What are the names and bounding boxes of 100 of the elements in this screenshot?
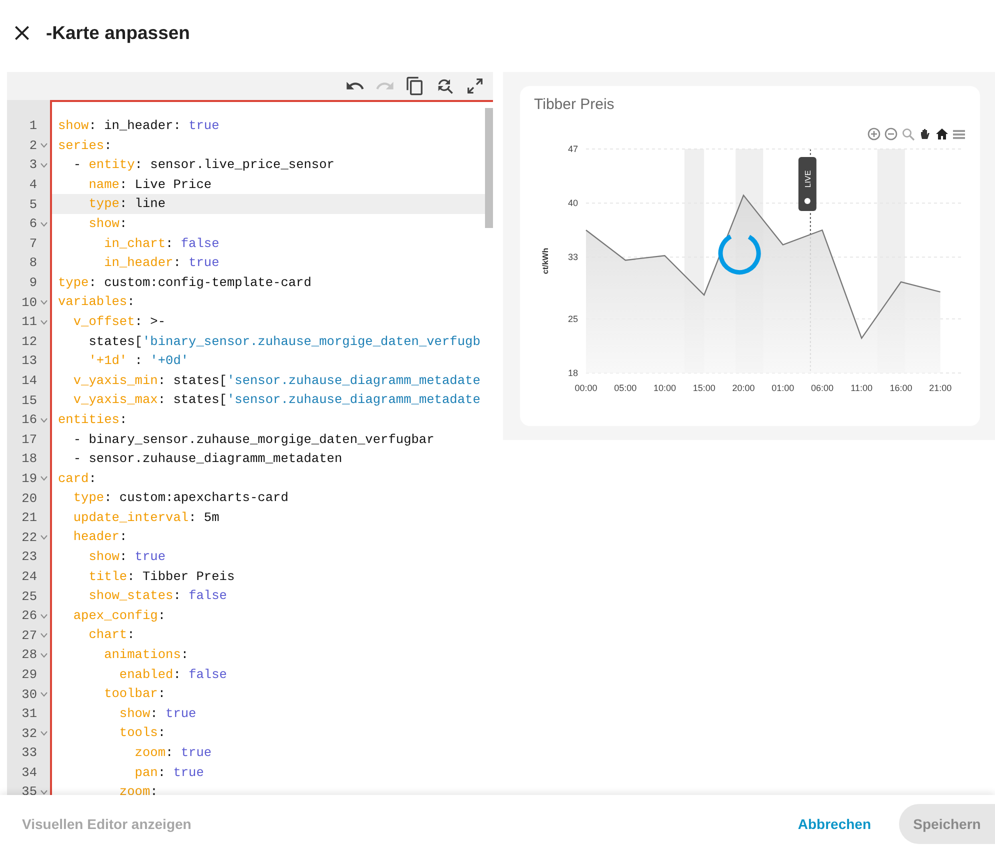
y-tick-label: 25	[568, 314, 578, 324]
fold-chevron-icon[interactable]	[40, 298, 48, 306]
line-number: 27	[20, 628, 37, 643]
hand-icon[interactable]	[918, 127, 932, 141]
card-title: Tibber Preis	[534, 96, 616, 113]
fold-chevron-icon[interactable]	[40, 318, 48, 326]
code-editor[interactable]	[50, 100, 493, 795]
code-line: animations:	[103, 646, 190, 664]
x-tick-label: 00:00	[574, 383, 598, 393]
fold-chevron-icon[interactable]	[40, 729, 48, 738]
line-number: 32	[20, 726, 37, 741]
home-icon[interactable]	[935, 127, 949, 141]
fold-chevron-icon[interactable]	[40, 220, 48, 228]
line-number: 26	[20, 608, 37, 624]
line-number: 4	[28, 177, 37, 192]
x-tick-label: 15:00	[692, 383, 716, 393]
x-tick-label: 21:00	[929, 383, 952, 393]
x-tick-label: 05:00	[614, 383, 637, 393]
code-line: series:	[57, 136, 113, 155]
code-line: entities:	[57, 410, 128, 429]
code-line: show: in_header: true	[57, 117, 220, 135]
zoom-out-icon[interactable]	[884, 127, 898, 141]
fold-chevron-icon[interactable]	[40, 533, 48, 542]
line-number: 10	[20, 294, 37, 310]
line-number: 33	[20, 745, 37, 760]
x-tick-label: 20:00	[732, 383, 755, 393]
code-line: type: custom:apexcharts-card	[72, 489, 290, 508]
code-line: header:	[72, 528, 128, 546]
code-line: - sensor.zuhause_diagramm_metadaten	[72, 450, 344, 468]
code-line: show:	[88, 214, 128, 233]
dialog-title: -Karte anpassen	[46, 22, 190, 44]
y-tick-label: 18	[568, 368, 578, 378]
line-number: 1	[28, 118, 37, 134]
code-line: in_header: true	[103, 254, 220, 272]
code-line: show: true	[118, 704, 198, 723]
line-number: 3	[28, 157, 37, 172]
scrollbar-thumb[interactable]	[485, 108, 493, 228]
code-line: name: Live Price	[88, 176, 213, 194]
line-number: 21	[20, 510, 37, 526]
line-number: 28	[20, 647, 37, 662]
code-line: enabled: false	[118, 666, 228, 684]
y-tick-label: 33	[568, 252, 578, 262]
annotation: LIVE	[803, 170, 812, 188]
fold-chevron-icon[interactable]	[40, 141, 48, 150]
line-number: 7	[28, 236, 37, 251]
line-number: 19	[20, 470, 37, 486]
code-line: - binary_sensor.zuhause_morgige_daten_verfugbar	[72, 430, 436, 448]
fold-chevron-icon[interactable]	[40, 788, 48, 795]
line-number: 14	[20, 373, 37, 388]
code-line: - entity: sensor.live_price_sensor	[72, 156, 336, 174]
line-number: 5	[28, 196, 37, 212]
line-number: 23	[20, 549, 37, 564]
line-number: 11	[20, 314, 37, 330]
code-line: '+1d' : '+0d'	[88, 352, 190, 370]
code-line: tools:	[118, 724, 167, 742]
line-number: 6	[28, 216, 37, 232]
line-number: 30	[20, 686, 37, 702]
code-line: type: custom:config-template-card	[57, 274, 312, 292]
line-number: 29	[20, 666, 37, 682]
fold-chevron-icon[interactable]	[40, 474, 48, 482]
code-line: variables:	[57, 293, 136, 312]
y-axis-label: ct/kWh	[541, 248, 550, 274]
code-line: apex_config:	[72, 606, 167, 625]
line-number: 15	[20, 392, 37, 408]
line-number: 13	[20, 353, 37, 368]
x-tick-label: 16:00	[890, 383, 912, 393]
code-line: pan: true	[134, 764, 205, 782]
line-number: 24	[20, 568, 37, 584]
x-tick-label: 11:00	[850, 383, 873, 393]
fold-chevron-icon[interactable]	[40, 690, 48, 698]
line-number: 31	[20, 706, 37, 722]
line-number: 22	[20, 530, 37, 545]
line-number: 9	[28, 275, 37, 290]
code-line: chart:	[88, 626, 136, 644]
code-line: update_interval: 5m	[72, 508, 220, 527]
code-line: in_chart: false	[103, 234, 220, 253]
code-line: title: Tibber Preis	[88, 568, 236, 586]
x-tick-label: 01:00	[772, 383, 794, 393]
annotation-badge: LIVE	[798, 157, 816, 211]
code-line: v_yaxis_max: states['sensor.zuhause_diagramm_metadate	[72, 391, 482, 410]
line-number: 2	[28, 138, 37, 153]
cancel-button[interactable]: Abbrechen	[798, 808, 871, 840]
fold-chevron-icon[interactable]	[40, 160, 48, 169]
line-number: 34	[20, 764, 37, 780]
line-number: 17	[20, 432, 37, 447]
fold-chevron-icon[interactable]	[40, 631, 48, 640]
x-tick-label: 06:00	[810, 383, 834, 393]
code-line: show_states: false	[88, 587, 228, 606]
code-line: card:	[57, 470, 98, 488]
line-number: 18	[20, 451, 37, 466]
y-tick-label: 47	[568, 144, 578, 154]
fold-chevron-icon[interactable]	[40, 650, 48, 659]
fold-chevron-icon[interactable]	[40, 416, 48, 424]
y-tick-label: 40	[568, 198, 578, 208]
line-number: 16	[20, 412, 37, 428]
fold-chevron-icon[interactable]	[40, 612, 48, 620]
code-line: show: true	[88, 548, 167, 566]
code-line: states['binary_sensor.zuhause_morgige_daten_verfugb	[88, 332, 482, 351]
zoom-in-icon[interactable]	[867, 127, 881, 141]
code-line: toolbar:	[103, 685, 167, 704]
